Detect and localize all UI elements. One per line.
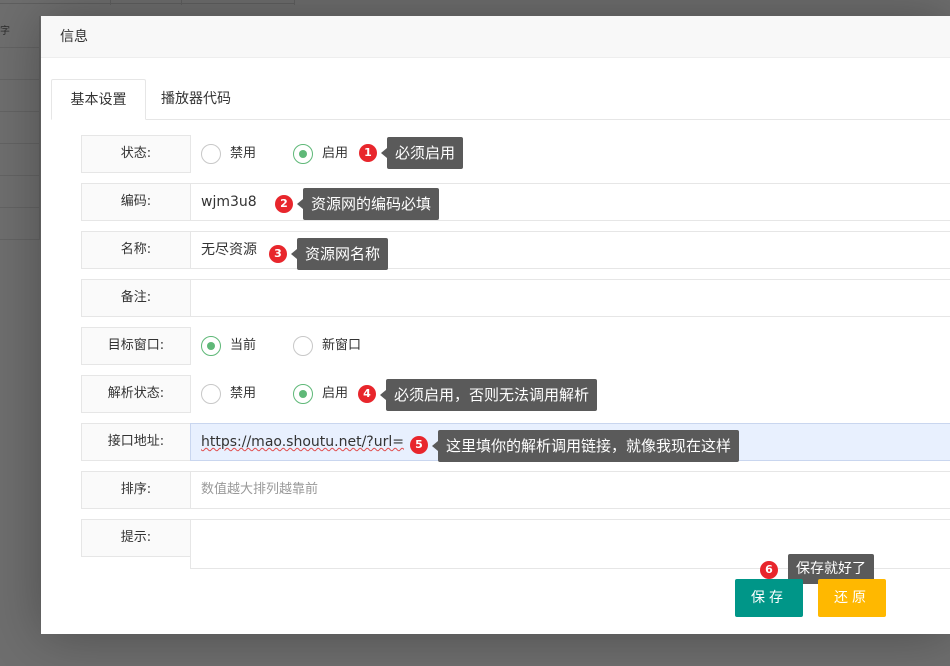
status-row: 状态: 禁用 启用 <box>81 135 950 173</box>
remark-input[interactable] <box>190 279 950 317</box>
radio-label: 当前 <box>230 338 257 353</box>
hint-row: 提示: <box>81 519 950 569</box>
name-row: 名称: 无尽资源 <box>81 231 950 269</box>
radio-circle-icon <box>201 144 221 164</box>
target-window-row: 目标窗口: 当前 新窗口 <box>81 327 950 365</box>
annotation-badge-6: 6 <box>760 561 778 579</box>
name-label: 名称: <box>81 231 191 269</box>
radio-label: 启用 <box>322 146 349 161</box>
edit-dialog: 信息 基本设置 播放器代码 状态: 禁用 启用 编码: wjm3u8 名称: 无… <box>41 16 950 634</box>
annotation-tooltip-1: 必须启用 <box>380 137 464 169</box>
tab-bar: 基本设置 播放器代码 <box>51 79 950 120</box>
tab-player-code[interactable]: 播放器代码 <box>146 79 246 120</box>
target-window-label: 目标窗口: <box>81 327 191 365</box>
annotation-tooltip-2: 资源网的编码必填 <box>296 188 440 220</box>
radio-checked-icon <box>293 384 313 404</box>
annotation-tooltip-5: 这里填你的解析调用链接，就像我现在这样 <box>431 430 740 462</box>
hint-label: 提示: <box>81 519 191 557</box>
radio-checked-icon <box>293 144 313 164</box>
tab-basic-settings[interactable]: 基本设置 <box>51 79 146 120</box>
radio-checked-icon <box>201 336 221 356</box>
sort-input[interactable]: 数值越大排列越靠前 <box>190 471 950 509</box>
sort-row: 排序: 数值越大排列越靠前 <box>81 471 950 509</box>
code-row: 编码: wjm3u8 <box>81 183 950 221</box>
status-label: 状态: <box>81 135 191 173</box>
code-label: 编码: <box>81 183 191 221</box>
dialog-title: 信息 <box>41 16 950 58</box>
annotation-badge-2: 2 <box>275 195 293 213</box>
annotation-tooltip-3: 资源网名称 <box>290 238 389 270</box>
api-url-value: https://mao.shoutu.net/?url= <box>201 434 404 450</box>
sort-label: 排序: <box>81 471 191 509</box>
radio-label: 禁用 <box>230 146 257 161</box>
radio-circle-icon <box>201 384 221 404</box>
annotation-badge-4: 4 <box>358 385 376 403</box>
radio-label: 新窗口 <box>322 338 362 353</box>
remark-label: 备注: <box>81 279 191 317</box>
save-button[interactable]: 保存 <box>735 579 803 617</box>
api-url-label: 接口地址: <box>81 423 191 461</box>
annotation-tooltip-4: 必须启用，否则无法调用解析 <box>379 379 598 411</box>
remark-row: 备注: <box>81 279 950 317</box>
reset-button[interactable]: 还原 <box>818 579 886 617</box>
radio-label: 禁用 <box>230 386 257 401</box>
radio-label: 启用 <box>322 386 349 401</box>
parse-status-label: 解析状态: <box>81 375 191 413</box>
annotation-badge-5: 5 <box>410 436 428 454</box>
annotation-badge-3: 3 <box>269 245 287 263</box>
annotation-badge-1: 1 <box>359 144 377 162</box>
radio-circle-icon <box>293 336 313 356</box>
